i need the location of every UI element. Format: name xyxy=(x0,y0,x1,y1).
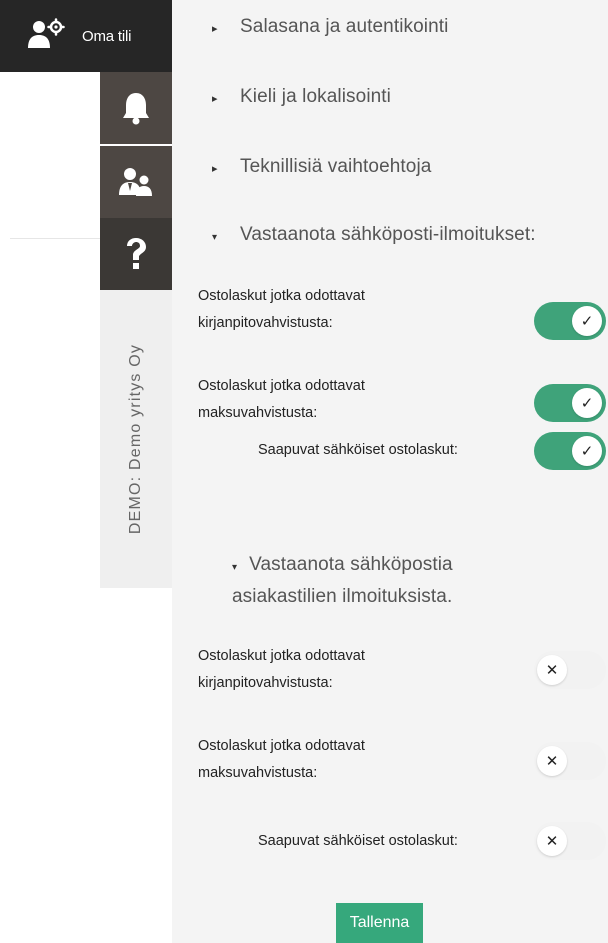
users-icon xyxy=(119,167,153,197)
settings-panel: ▸ Salasana ja autentikointi ▸ Kieli ja l… xyxy=(172,0,608,943)
toggle-knob: ✓ xyxy=(572,388,602,418)
save-button[interactable]: Tallenna xyxy=(336,903,423,943)
toggle-switch[interactable]: ✓ xyxy=(534,432,606,470)
toggle-switch[interactable]: ✕ xyxy=(534,822,606,860)
close-icon: ✕ xyxy=(545,832,559,850)
setting-label: Ostolaskut jotka odottavat maksuvahvistu… xyxy=(198,378,365,421)
toggle-switch[interactable]: ✓ xyxy=(534,302,606,340)
check-icon: ✓ xyxy=(580,442,594,460)
toggle-knob: ✓ xyxy=(572,306,602,336)
section-label: Teknillisiä vaihtoehtoja xyxy=(240,156,432,177)
toggle-knob: ✕ xyxy=(537,746,567,776)
setting-label: Ostolaskut jotka odottavat kirjanpitovah… xyxy=(198,648,365,691)
toggle-switch[interactable]: ✕ xyxy=(534,742,606,780)
tab-help[interactable] xyxy=(100,218,172,290)
tab-users[interactable] xyxy=(100,146,172,218)
check-icon: ✓ xyxy=(580,394,594,412)
company-label-box: DEMO: Demo yritys Oy xyxy=(100,290,172,588)
collapsed-marker-icon: ▸ xyxy=(212,93,218,105)
toggle-switch[interactable]: ✕ xyxy=(534,651,606,689)
account-button[interactable]: Oma tili xyxy=(0,0,172,72)
setting-label: Saapuvat sähköiset ostolaskut: xyxy=(258,442,458,458)
section-language[interactable]: ▸ Kieli ja lokalisointi xyxy=(212,86,391,108)
toggle-knob: ✓ xyxy=(572,436,602,466)
setting-label: Ostolaskut jotka odottavat maksuvahvistu… xyxy=(198,738,365,781)
close-icon: ✕ xyxy=(545,661,559,679)
setting-label: Saapuvat sähköiset ostolaskut: xyxy=(258,833,458,849)
section-label: Vastaanota sähköposti-ilmoitukset: xyxy=(240,224,536,245)
section-customer-account-emails[interactable]: ▾ Vastaanota sähköpostia asiakastilien il… xyxy=(232,550,532,611)
section-password[interactable]: ▸ Salasana ja autentikointi xyxy=(212,16,448,38)
section-label: Salasana ja autentikointi xyxy=(240,16,449,37)
section-email-notifications[interactable]: ▾ Vastaanota sähköposti-ilmoitukset: xyxy=(212,224,536,246)
expanded-marker-icon: ▾ xyxy=(232,562,238,573)
toggle-switch[interactable]: ✓ xyxy=(534,384,606,422)
toggle-knob: ✕ xyxy=(537,826,567,856)
expanded-marker-icon: ▾ xyxy=(212,232,218,243)
check-icon: ✓ xyxy=(580,312,594,330)
collapsed-marker-icon: ▸ xyxy=(212,163,218,175)
toggle-knob: ✕ xyxy=(537,655,567,685)
account-label: Oma tili xyxy=(82,27,132,45)
bell-icon xyxy=(122,91,150,125)
company-name: DEMO: Demo yritys Oy xyxy=(127,343,144,535)
section-label: Vastaanota sähköpostia asiakastilien ilm… xyxy=(232,554,453,607)
tab-notifications[interactable] xyxy=(100,72,172,144)
user-settings-icon xyxy=(26,18,66,54)
question-icon xyxy=(124,237,148,271)
setting-label: Ostolaskut jotka odottavat kirjanpitovah… xyxy=(198,288,365,331)
section-technical[interactable]: ▸ Teknillisiä vaihtoehtoja xyxy=(212,156,431,178)
close-icon: ✕ xyxy=(545,752,559,770)
section-label: Kieli ja lokalisointi xyxy=(240,86,392,107)
divider xyxy=(10,238,102,239)
collapsed-marker-icon: ▸ xyxy=(212,23,218,35)
